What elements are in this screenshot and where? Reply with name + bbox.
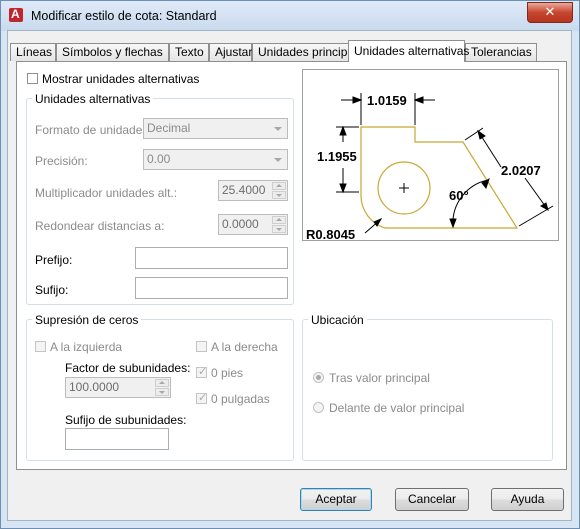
suffix-input[interactable] (135, 277, 288, 299)
cancel-button[interactable]: Cancelar (395, 488, 469, 511)
spin-up-icon[interactable] (155, 379, 169, 387)
tab-texto[interactable]: Texto (169, 43, 209, 61)
unit-format-value: Decimal (147, 121, 191, 135)
sub-units-factor-label: Factor de subunidades: (65, 361, 191, 375)
tab-simbolos-flechas[interactable]: Símbolos y flechas (56, 43, 169, 61)
tab-ajustar[interactable]: Ajustar (209, 43, 252, 61)
tab-lineas[interactable]: Líneas (10, 43, 56, 61)
multiplier-spin-buttons[interactable] (272, 182, 286, 199)
dimension-preview: 1.0159 1.1955 2.0207 60° R0.8045 (302, 69, 559, 241)
spin-up-icon[interactable] (272, 216, 286, 224)
zero-suppression-title: Supresión de ceros (32, 313, 142, 327)
prefix-label: Prefijo: (35, 253, 73, 267)
show-alt-units-checkbox[interactable] (27, 73, 38, 84)
tab-unidades-principales[interactable]: Unidades principales (252, 43, 369, 61)
spin-down-icon[interactable] (272, 225, 286, 233)
round-distances-value: 0.0000 (222, 217, 259, 231)
suppress-leading-label: A la izquierda (50, 340, 123, 354)
precision-select[interactable]: 0.00 (143, 149, 288, 170)
before-primary-label: Delante de valor principal (329, 401, 465, 415)
multiplier-label: Multiplicador unidades alt.: (35, 186, 178, 200)
title-bar: Modificar estilo de cota: Standard ✕ (1, 1, 579, 31)
after-primary-label: Tras valor principal (329, 371, 430, 385)
round-distances-stepper[interactable]: 0.0000 (218, 214, 288, 235)
suppress-leading-checkbox[interactable] (35, 341, 46, 352)
chevron-down-icon (274, 158, 282, 162)
zero-inches-checkbox[interactable]: ✓ (196, 392, 208, 404)
zero-feet-checkbox[interactable]: ✓ (196, 366, 208, 378)
zero-feet-label: 0 pies (211, 366, 244, 380)
preview-angle: 60° (449, 188, 469, 203)
precision-value: 0.00 (147, 152, 171, 166)
tab-tolerancias[interactable]: Tolerancias (465, 43, 537, 61)
spin-down-icon[interactable] (272, 191, 286, 199)
autocad-logo-icon (9, 7, 23, 22)
show-alt-units-label: Mostrar unidades alternativas (42, 72, 200, 86)
round-spin-buttons[interactable] (272, 216, 286, 233)
checkmark-icon: ✓ (198, 392, 208, 404)
prefix-input[interactable] (135, 247, 288, 269)
radio-selected-dot (316, 375, 321, 380)
suffix-label: Sufijo: (35, 283, 69, 297)
preview-drawing: 1.0159 1.1955 2.0207 60° R0.8045 (306, 93, 554, 240)
after-primary-radio[interactable] (313, 372, 324, 383)
sub-units-factor-value: 100.0000 (69, 380, 120, 394)
sub-factor-spin-buttons[interactable] (155, 379, 169, 396)
zero-inches-label: 0 pulgadas (211, 392, 270, 406)
chevron-down-icon (274, 127, 282, 131)
unit-format-select[interactable]: Decimal (143, 118, 288, 139)
preview-center-mark (399, 183, 409, 193)
sub-units-factor-stepper[interactable]: 100.0000 (65, 377, 171, 398)
unit-format-label: Formato de unidades: (35, 123, 152, 137)
multiplier-value: 25.4000 (222, 183, 266, 197)
before-primary-radio[interactable] (313, 402, 324, 413)
preview-dim-top: 1.0159 (367, 93, 407, 108)
round-distances-label: Redondear distancias a: (35, 219, 165, 233)
precision-label: Precisión: (35, 154, 88, 168)
window-title: Modificar estilo de cota: Standard (31, 9, 217, 23)
alt-units-group-title: Unidades alternativas (32, 92, 154, 106)
preview-dim-right: 2.0207 (501, 163, 541, 178)
placement-group (302, 319, 553, 461)
placement-title: Ubicación (308, 313, 367, 327)
suppress-trailing-label: A la derecha (211, 340, 278, 354)
checkmark-icon: ✓ (198, 366, 208, 378)
spin-up-icon[interactable] (272, 182, 286, 190)
preview-geometry (360, 126, 519, 229)
sub-units-suffix-label: Sufijo de subunidades: (65, 413, 187, 427)
sub-units-suffix-input[interactable] (65, 428, 169, 450)
preview-radius: R0.8045 (306, 227, 355, 240)
close-button[interactable]: ✕ (527, 2, 573, 23)
help-button[interactable]: Ayuda (491, 488, 564, 511)
ok-button[interactable]: Aceptar (300, 488, 372, 511)
preview-dim-left: 1.1955 (317, 149, 357, 164)
spin-down-icon[interactable] (155, 388, 169, 396)
multiplier-stepper[interactable]: 25.4000 (218, 180, 288, 201)
tab-unidades-alternativas[interactable]: Unidades alternativas (348, 40, 469, 62)
suppress-trailing-checkbox[interactable] (196, 341, 207, 352)
